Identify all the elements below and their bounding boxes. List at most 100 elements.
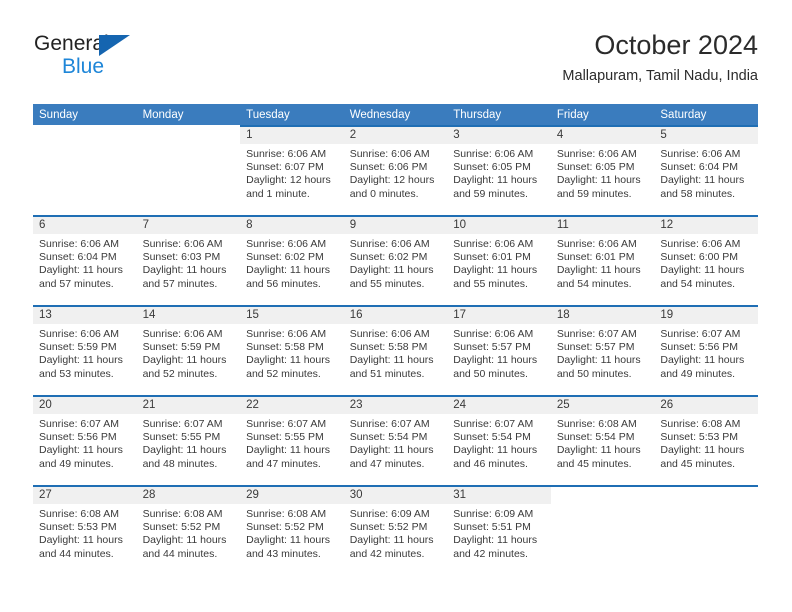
calendar-cell-day-24: 24 Sunrise: 6:07 AM Sunset: 5:54 PM Dayligh…	[447, 395, 551, 485]
day-cell[interactable]: 26 Sunrise: 6:08 AM Sunset: 5:53 PM Dayligh…	[654, 395, 758, 485]
day-cell[interactable]: 16 Sunrise: 6:06 AM Sunset: 5:58 PM Dayligh…	[343, 305, 448, 395]
calendar-week-row: 13 Sunrise: 6:06 AM Sunset: 5:59 PM Dayligh…	[33, 305, 758, 395]
sunset-text: Sunset: 6:02 PM	[349, 251, 428, 264]
day-number: 31	[447, 487, 551, 504]
daylight-text: and 55 minutes.	[453, 277, 528, 290]
day-cell[interactable]: 15 Sunrise: 6:06 AM Sunset: 5:58 PM Dayligh…	[240, 305, 344, 395]
day-cell[interactable]: 23 Sunrise: 6:07 AM Sunset: 5:54 PM Dayligh…	[343, 395, 448, 485]
calendar-cell-day-16: 16 Sunrise: 6:06 AM Sunset: 5:58 PM Dayligh…	[343, 305, 448, 395]
calendar-cell-day-2: 2 Sunrise: 6:06 AM Sunset: 6:06 PM Daylight…	[343, 125, 448, 215]
day-number: 6	[33, 217, 137, 234]
day-cell[interactable]: 30 Sunrise: 6:09 AM Sunset: 5:52 PM Dayligh…	[343, 485, 448, 575]
calendar-week-row: 27 Sunrise: 6:08 AM Sunset: 5:53 PM Dayligh…	[33, 485, 758, 577]
daylight-text: Daylight: 11 hours	[453, 264, 538, 277]
day-cell[interactable]: 28 Sunrise: 6:08 AM Sunset: 5:52 PM Dayligh…	[136, 485, 241, 575]
daylight-text: and 1 minute.	[246, 187, 310, 200]
daylight-text: and 42 minutes.	[349, 547, 425, 560]
empty-day-cell	[33, 125, 137, 215]
day-cell[interactable]: 21 Sunrise: 6:07 AM Sunset: 5:55 PM Dayligh…	[136, 395, 241, 485]
day-cell[interactable]: 24 Sunrise: 6:07 AM Sunset: 5:54 PM Dayligh…	[447, 395, 551, 485]
daylight-text: and 57 minutes.	[142, 277, 218, 290]
day-info: Sunrise: 6:08 AM Sunset: 5:53 PM Daylight:…	[33, 504, 137, 561]
calendar-cell-empty	[550, 485, 655, 577]
sunset-text: Sunset: 5:59 PM	[39, 341, 117, 354]
day-cell[interactable]: 27 Sunrise: 6:08 AM Sunset: 5:53 PM Dayligh…	[33, 485, 137, 575]
daylight-text: and 54 minutes.	[556, 277, 632, 290]
day-cell[interactable]: 29 Sunrise: 6:08 AM Sunset: 5:52 PM Dayligh…	[240, 485, 344, 575]
weekday-header-friday: Friday	[550, 104, 655, 125]
day-cell[interactable]: 9 Sunrise: 6:06 AM Sunset: 6:02 PM Daylight…	[343, 215, 448, 305]
daylight-text: Daylight: 11 hours	[453, 174, 538, 187]
day-info: Sunrise: 6:06 AM Sunset: 6:02 PM Daylight:…	[240, 234, 344, 291]
daylight-text: and 47 minutes.	[246, 457, 321, 470]
day-cell[interactable]: 6 Sunrise: 6:06 AM Sunset: 6:04 PM Daylight…	[33, 215, 137, 305]
day-cell[interactable]: 8 Sunrise: 6:06 AM Sunset: 6:02 PM Daylight…	[240, 215, 344, 305]
day-info: Sunrise: 6:07 AM Sunset: 5:55 PM Daylight:…	[137, 414, 241, 471]
day-info: Sunrise: 6:06 AM Sunset: 5:59 PM Daylight:…	[33, 324, 137, 381]
sunset-text: Sunset: 5:55 PM	[246, 431, 324, 444]
day-cell[interactable]: 19 Sunrise: 6:07 AM Sunset: 5:56 PM Dayligh…	[654, 305, 758, 395]
sunset-text: Sunset: 6:03 PM	[142, 251, 221, 264]
day-cell[interactable]: 11 Sunrise: 6:06 AM Sunset: 6:01 PM Dayligh…	[550, 215, 655, 305]
day-number: 12	[654, 217, 758, 234]
sunrise-text: Sunrise: 6:07 AM	[556, 328, 637, 340]
daylight-text: Daylight: 11 hours	[349, 354, 434, 367]
calendar-cell-day-20: 20 Sunrise: 6:07 AM Sunset: 5:56 PM Dayligh…	[33, 395, 137, 485]
day-cell[interactable]: 13 Sunrise: 6:06 AM Sunset: 5:59 PM Dayligh…	[33, 305, 137, 395]
day-cell[interactable]: 18 Sunrise: 6:07 AM Sunset: 5:57 PM Dayligh…	[550, 305, 655, 395]
sunrise-text: Sunrise: 6:06 AM	[246, 148, 327, 160]
day-number: 15	[240, 307, 344, 324]
day-cell[interactable]: 12 Sunrise: 6:06 AM Sunset: 6:00 PM Dayligh…	[654, 215, 758, 305]
sunset-text: Sunset: 6:01 PM	[453, 251, 531, 264]
brand-logo[interactable]: General Blue	[34, 32, 154, 88]
day-cell[interactable]: 31 Sunrise: 6:09 AM Sunset: 5:51 PM Dayligh…	[447, 485, 551, 575]
sunset-text: Sunset: 5:54 PM	[349, 431, 428, 444]
day-cell[interactable]: 1 Sunrise: 6:06 AM Sunset: 6:07 PM Daylight…	[240, 125, 344, 215]
calendar-cell-empty	[654, 485, 758, 577]
sunrise-text: Sunrise: 6:06 AM	[39, 238, 119, 250]
sunrise-text: Sunrise: 6:07 AM	[453, 418, 534, 430]
calendar-cell-day-11: 11 Sunrise: 6:06 AM Sunset: 6:01 PM Dayligh…	[550, 215, 655, 305]
calendar-cell-day-23: 23 Sunrise: 6:07 AM Sunset: 5:54 PM Dayligh…	[343, 395, 448, 485]
daylight-text: Daylight: 11 hours	[349, 444, 434, 457]
day-cell[interactable]: 2 Sunrise: 6:06 AM Sunset: 6:06 PM Daylight…	[343, 125, 448, 215]
calendar-cell-day-13: 13 Sunrise: 6:06 AM Sunset: 5:59 PM Dayligh…	[33, 305, 137, 395]
calendar-cell-day-9: 9 Sunrise: 6:06 AM Sunset: 6:02 PM Daylight…	[343, 215, 448, 305]
daylight-text: Daylight: 11 hours	[453, 444, 538, 457]
day-cell[interactable]: 7 Sunrise: 6:06 AM Sunset: 6:03 PM Daylight…	[136, 215, 241, 305]
sunset-text: Sunset: 5:52 PM	[142, 521, 221, 534]
day-cell[interactable]: 25 Sunrise: 6:08 AM Sunset: 5:54 PM Dayligh…	[550, 395, 655, 485]
sunset-text: Sunset: 6:00 PM	[660, 251, 739, 264]
day-cell[interactable]: 20 Sunrise: 6:07 AM Sunset: 5:56 PM Dayligh…	[33, 395, 137, 485]
daylight-text: Daylight: 11 hours	[39, 354, 123, 367]
weekday-header-saturday: Saturday	[654, 104, 758, 125]
day-cell[interactable]: 14 Sunrise: 6:06 AM Sunset: 5:59 PM Dayligh…	[136, 305, 241, 395]
sunrise-text: Sunrise: 6:06 AM	[453, 328, 534, 340]
sunset-text: Sunset: 5:53 PM	[660, 431, 739, 444]
daylight-text: Daylight: 11 hours	[556, 444, 641, 457]
sunrise-text: Sunrise: 6:09 AM	[349, 508, 430, 520]
sunrise-text: Sunrise: 6:06 AM	[453, 148, 534, 160]
day-cell[interactable]: 10 Sunrise: 6:06 AM Sunset: 6:01 PM Dayligh…	[447, 215, 551, 305]
calendar-cell-day-19: 19 Sunrise: 6:07 AM Sunset: 5:56 PM Dayligh…	[654, 305, 758, 395]
daylight-text: Daylight: 11 hours	[453, 534, 538, 547]
sunrise-text: Sunrise: 6:06 AM	[246, 328, 327, 340]
day-cell[interactable]: 22 Sunrise: 6:07 AM Sunset: 5:55 PM Dayligh…	[240, 395, 344, 485]
daylight-text: Daylight: 11 hours	[556, 174, 641, 187]
calendar-cell-day-31: 31 Sunrise: 6:09 AM Sunset: 5:51 PM Dayligh…	[447, 485, 551, 577]
day-info: Sunrise: 6:06 AM Sunset: 6:05 PM Daylight:…	[551, 144, 655, 201]
daylight-text: and 49 minutes.	[39, 457, 114, 470]
sunrise-text: Sunrise: 6:08 AM	[556, 418, 637, 430]
day-number: 30	[343, 487, 448, 504]
day-cell[interactable]: 4 Sunrise: 6:06 AM Sunset: 6:05 PM Daylight…	[550, 125, 655, 215]
calendar-cell-day-1: 1 Sunrise: 6:06 AM Sunset: 6:07 PM Daylight…	[240, 125, 344, 215]
day-cell[interactable]: 5 Sunrise: 6:06 AM Sunset: 6:04 PM Daylight…	[654, 125, 758, 215]
day-cell[interactable]: 17 Sunrise: 6:06 AM Sunset: 5:57 PM Dayligh…	[447, 305, 551, 395]
day-cell[interactable]: 3 Sunrise: 6:06 AM Sunset: 6:05 PM Daylight…	[447, 125, 551, 215]
sunrise-text: Sunrise: 6:07 AM	[349, 418, 430, 430]
empty-day-cell	[550, 485, 655, 577]
daylight-text: Daylight: 11 hours	[349, 264, 434, 277]
calendar-cell-day-17: 17 Sunrise: 6:06 AM Sunset: 5:57 PM Dayligh…	[447, 305, 551, 395]
sunrise-text: Sunrise: 6:06 AM	[556, 148, 637, 160]
sunset-text: Sunset: 6:06 PM	[349, 161, 428, 174]
